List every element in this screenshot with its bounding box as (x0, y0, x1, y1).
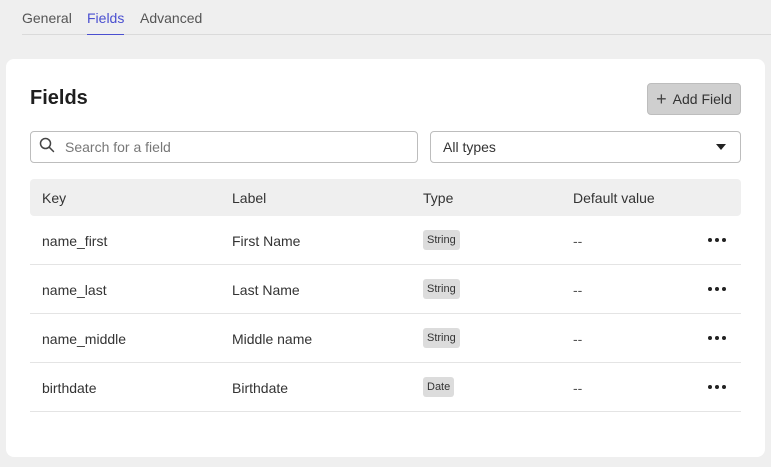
more-options-icon[interactable] (708, 281, 726, 297)
header-default-value: Default value (573, 190, 655, 206)
type-filter-select[interactable]: All types (430, 131, 741, 163)
fields-table: Key Label Type Default value name_first … (30, 179, 741, 412)
type-filter-value: All types (443, 139, 496, 155)
page-title: Fields (30, 87, 88, 109)
row-label: Last Name (232, 282, 300, 298)
tab-advanced[interactable]: Advanced (140, 10, 202, 34)
header-label: Label (232, 190, 267, 206)
header-key: Key (42, 190, 67, 206)
row-key: name_last (42, 282, 107, 298)
more-options-icon[interactable] (708, 379, 726, 395)
table-header: Key Label Type Default value (30, 179, 741, 216)
table-row: name_first First Name String -- (30, 216, 741, 265)
type-badge: Date (423, 377, 455, 397)
row-default-value: -- (573, 380, 583, 396)
row-key: name_first (42, 233, 108, 249)
tab-bar: General Fields Advanced (22, 0, 771, 35)
row-label: First Name (232, 233, 301, 249)
header-type: Type (423, 190, 454, 206)
search-input[interactable] (65, 139, 395, 155)
tab-fields[interactable]: Fields (87, 10, 125, 35)
fields-card: Fields + Add Field All types Key Label T… (6, 59, 765, 457)
row-default-value: -- (573, 331, 583, 347)
table-row: name_last Last Name String -- (30, 265, 741, 314)
tab-general[interactable]: General (22, 10, 72, 34)
row-key: name_middle (42, 331, 127, 347)
table-row: name_middle Middle name String -- (30, 314, 741, 363)
row-label: Middle name (232, 331, 313, 347)
search-box (30, 131, 418, 163)
type-badge: String (423, 230, 460, 250)
add-field-button[interactable]: + Add Field (647, 83, 741, 115)
type-badge: String (423, 328, 460, 348)
add-field-label: Add Field (672, 91, 732, 107)
plus-icon: + (656, 89, 667, 109)
row-label: Birthdate (232, 380, 289, 396)
row-default-value: -- (573, 282, 583, 298)
chevron-down-icon (716, 144, 726, 150)
search-icon (39, 137, 55, 158)
type-badge: String (423, 279, 460, 299)
more-options-icon[interactable] (708, 330, 726, 346)
more-options-icon[interactable] (708, 232, 726, 248)
table-row: birthdate Birthdate Date -- (30, 363, 741, 412)
row-key: birthdate (42, 380, 97, 396)
row-default-value: -- (573, 233, 583, 249)
